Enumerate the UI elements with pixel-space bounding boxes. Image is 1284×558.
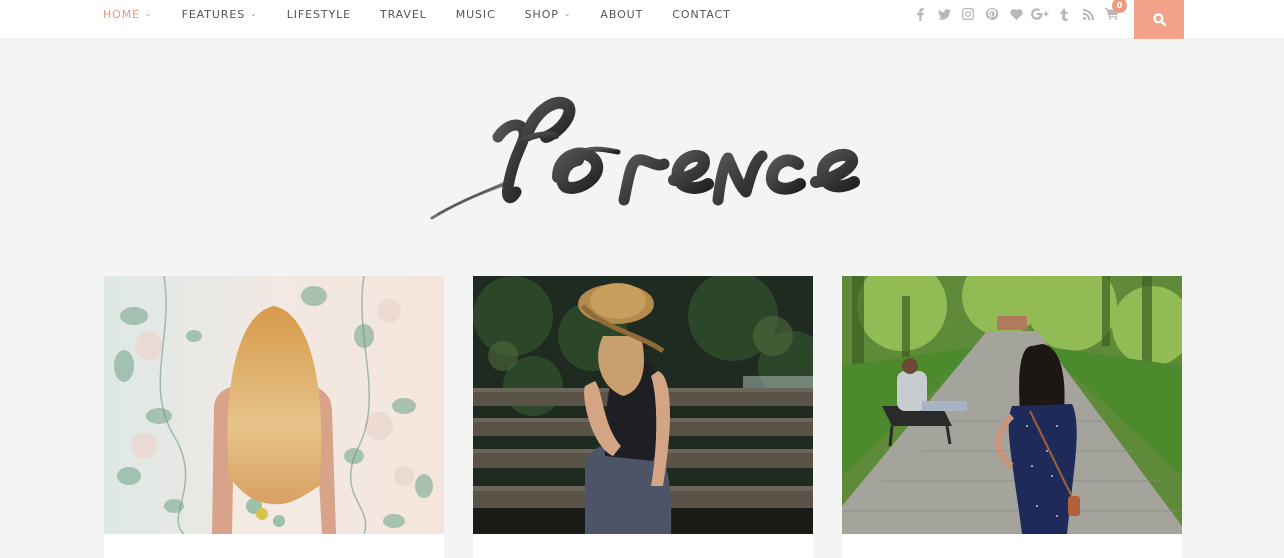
florence-logo-icon bbox=[430, 96, 860, 220]
top-navigation-bar: Home ⌄ Features ⌄ Lifestyle Travel Music S… bbox=[0, 0, 1284, 39]
nav-item-shop[interactable]: Shop ⌄ bbox=[525, 8, 572, 21]
tumblr-icon[interactable] bbox=[1052, 6, 1076, 22]
nav-label: Features bbox=[181, 7, 246, 21]
social-links: 0 bbox=[908, 0, 1127, 28]
post-thumbnail-image[interactable] bbox=[473, 276, 813, 534]
nav-item-music[interactable]: Music bbox=[456, 8, 496, 21]
cart-button[interactable]: 0 bbox=[1100, 0, 1127, 22]
nav-label: Home bbox=[103, 7, 140, 21]
nav-label: Music bbox=[455, 7, 496, 21]
cart-count-badge: 0 bbox=[1112, 0, 1127, 13]
chevron-down-icon: ⌄ bbox=[250, 8, 258, 18]
nav-label: Shop bbox=[524, 7, 559, 21]
post-card[interactable] bbox=[473, 276, 813, 558]
post-thumbnail-image[interactable] bbox=[842, 276, 1182, 534]
post-card[interactable] bbox=[104, 276, 444, 558]
site-logo[interactable] bbox=[428, 92, 860, 224]
google-plus-icon[interactable] bbox=[1028, 6, 1052, 22]
rss-icon[interactable] bbox=[1076, 6, 1100, 22]
nav-item-contact[interactable]: Contact bbox=[672, 8, 730, 21]
nav-label: About bbox=[600, 7, 644, 21]
facebook-icon[interactable] bbox=[908, 6, 932, 22]
nav-item-lifestyle[interactable]: Lifestyle bbox=[287, 8, 351, 21]
nav-item-home[interactable]: Home ⌄ bbox=[103, 8, 153, 21]
main-menu: Home ⌄ Features ⌄ Lifestyle Travel Music S… bbox=[103, 0, 760, 28]
nav-label: Travel bbox=[379, 7, 427, 21]
search-button[interactable] bbox=[1134, 0, 1184, 39]
chevron-down-icon: ⌄ bbox=[563, 8, 572, 18]
nav-label: Contact bbox=[672, 7, 731, 21]
pinterest-icon[interactable] bbox=[980, 6, 1004, 22]
nav-item-travel[interactable]: Travel bbox=[380, 8, 427, 21]
nav-item-features[interactable]: Features ⌄ bbox=[182, 8, 258, 21]
nav-item-about[interactable]: About bbox=[600, 8, 643, 21]
nav-label: Lifestyle bbox=[286, 7, 351, 21]
instagram-icon[interactable] bbox=[956, 6, 980, 22]
chevron-down-icon: ⌄ bbox=[144, 8, 153, 18]
post-card[interactable] bbox=[842, 276, 1182, 558]
post-thumbnail-image[interactable] bbox=[104, 276, 444, 534]
bloglovin-heart-icon[interactable] bbox=[1004, 6, 1028, 22]
twitter-icon[interactable] bbox=[932, 6, 956, 22]
search-icon bbox=[1152, 13, 1166, 26]
